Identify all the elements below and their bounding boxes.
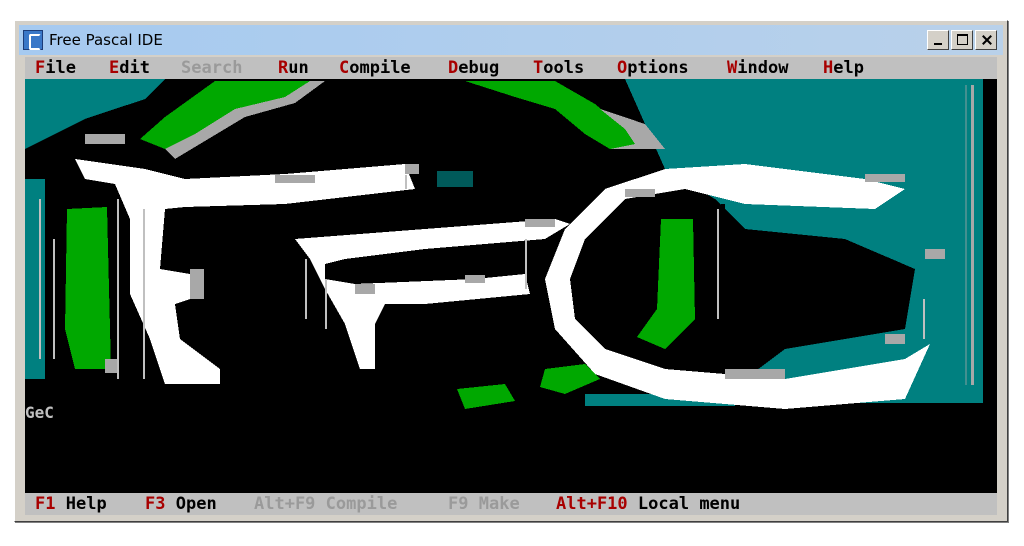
menu-help[interactable]: Help (823, 57, 864, 79)
logo-caption: GeC (25, 403, 54, 422)
ide-window: Free Pascal IDE File Edit Search Run Com… (14, 20, 1008, 522)
menu-search[interactable]: Search (181, 57, 242, 79)
menu-window[interactable]: Window (727, 57, 788, 79)
maximize-button[interactable] (951, 30, 973, 50)
status-help[interactable]: F1 Help (35, 493, 107, 515)
ide-desktop[interactable]: GeC (25, 79, 997, 491)
title-bar[interactable]: Free Pascal IDE (19, 25, 1003, 55)
menu-tools[interactable]: Tools (533, 57, 584, 79)
fpc-logo-art (25, 79, 997, 491)
menu-bar: File Edit Search Run Compile Debug Tools… (25, 57, 997, 79)
status-open[interactable]: F3 Open (145, 493, 217, 515)
menu-run[interactable]: Run (278, 57, 309, 79)
menu-compile[interactable]: Compile (339, 57, 411, 79)
status-compile[interactable]: Alt+F9 Compile (254, 493, 397, 515)
menu-file[interactable]: File (35, 57, 76, 79)
close-button[interactable] (975, 30, 997, 50)
menu-edit[interactable]: Edit (109, 57, 150, 79)
app-icon[interactable] (23, 30, 43, 50)
status-bar: F1 Help F3 Open Alt+F9 Compile F9 Make A… (25, 493, 997, 515)
menu-debug[interactable]: Debug (448, 57, 499, 79)
status-local-menu[interactable]: Alt+F10 Local menu (556, 493, 740, 515)
minimize-button[interactable] (927, 30, 949, 50)
status-make[interactable]: F9 Make (448, 493, 520, 515)
menu-options[interactable]: Options (617, 57, 689, 79)
window-title: Free Pascal IDE (49, 31, 163, 49)
ide-client-area: File Edit Search Run Compile Debug Tools… (25, 57, 997, 515)
